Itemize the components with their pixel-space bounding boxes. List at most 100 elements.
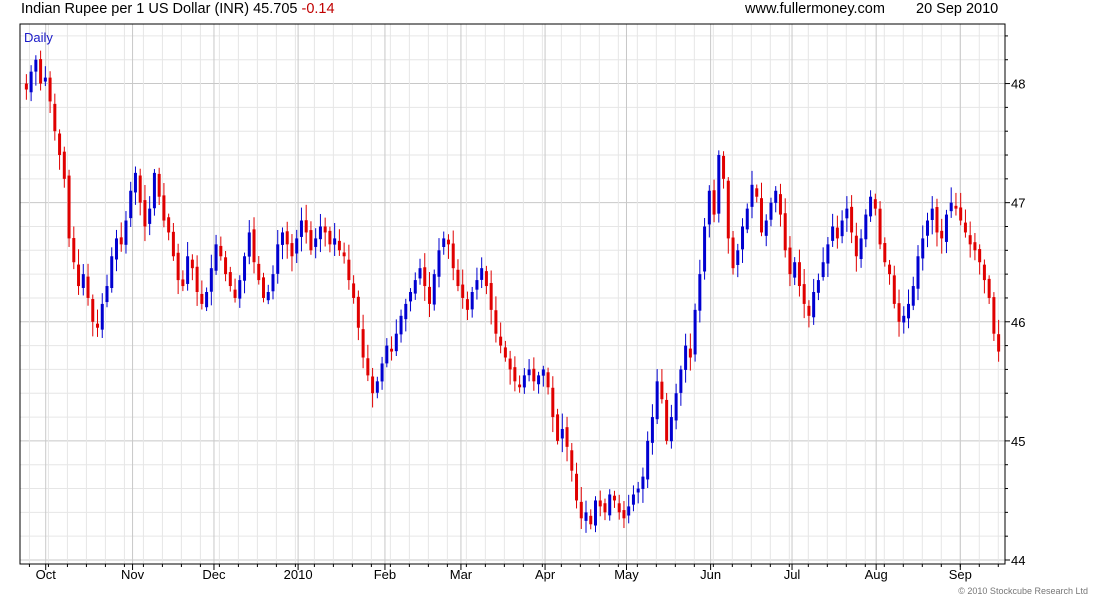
candle-body <box>575 473 579 501</box>
candle-body <box>527 369 531 376</box>
candle-body <box>660 381 664 400</box>
candle-body <box>394 333 398 352</box>
candle-body <box>366 358 370 376</box>
candle-body <box>361 329 365 358</box>
candle-body <box>209 268 213 292</box>
candle-body <box>124 220 128 245</box>
candle-body <box>560 428 564 439</box>
candle-body <box>91 299 95 322</box>
candle-body <box>513 367 517 382</box>
candle-body <box>745 208 749 230</box>
candle-body <box>342 252 346 257</box>
candle-body <box>532 368 536 382</box>
candle-body <box>309 230 313 251</box>
candle-body <box>318 226 322 240</box>
candle-body <box>356 296 360 328</box>
candle-body <box>873 199 877 209</box>
candle-body <box>442 238 446 247</box>
candle-body <box>461 284 465 298</box>
x-month-label: 2010 <box>284 567 313 582</box>
candle-body <box>257 263 261 281</box>
candle-body <box>456 269 460 287</box>
candle-body <box>522 375 526 388</box>
candle-body <box>518 384 522 388</box>
candle-body <box>409 292 413 302</box>
candle-body <box>802 284 806 304</box>
candle-body <box>997 334 1001 352</box>
y-tick-label: 47 <box>1011 196 1025 211</box>
candle-body <box>129 190 133 219</box>
x-month-label: Oct <box>36 567 57 582</box>
candle-body <box>570 450 574 471</box>
candle-body <box>162 195 166 221</box>
candle-body <box>432 274 436 305</box>
candle-body <box>157 173 161 197</box>
candle-body <box>826 244 830 264</box>
candle-body <box>840 220 844 237</box>
x-month-label: May <box>614 567 639 582</box>
candle-body <box>546 372 550 388</box>
x-month-label: Jul <box>784 567 801 582</box>
candle-body <box>446 239 450 245</box>
candle-body <box>589 515 593 525</box>
candle-body <box>935 207 939 233</box>
candle-body <box>579 501 583 519</box>
candle-body <box>911 286 915 306</box>
x-month-label: Dec <box>202 567 226 582</box>
x-month-label: Nov <box>121 567 145 582</box>
candle-body <box>333 238 337 245</box>
candle-body <box>276 244 280 274</box>
candle-body <box>262 277 266 298</box>
candle-body <box>541 369 545 376</box>
candle-body <box>774 190 778 203</box>
candle-body <box>190 259 194 269</box>
candle-body <box>646 440 650 480</box>
y-tick-label: 44 <box>1011 553 1025 568</box>
candle-body <box>299 220 303 237</box>
candle-body <box>593 500 597 526</box>
candle-body <box>940 230 944 239</box>
candle-body <box>892 275 896 304</box>
candle-body <box>987 278 991 298</box>
candle-body <box>627 506 631 516</box>
candle-body <box>186 256 190 284</box>
candle-body <box>138 175 142 203</box>
candle-body <box>266 292 270 301</box>
candle-body <box>228 272 232 287</box>
candle-body <box>43 77 47 82</box>
candle-body <box>285 231 289 245</box>
candle-body <box>916 256 920 289</box>
candle-body <box>451 243 455 269</box>
candle-body <box>62 151 66 179</box>
candle-body <box>978 249 982 263</box>
x-month-label: Jun <box>700 567 721 582</box>
candle-body <box>77 264 81 287</box>
candle-body <box>480 268 484 280</box>
candle-body <box>741 226 745 250</box>
candle-body <box>224 257 228 275</box>
candle-body <box>769 202 773 220</box>
candle-body <box>674 393 678 421</box>
candle-body <box>679 369 683 393</box>
candle-body <box>921 238 925 259</box>
candle-body <box>413 280 417 294</box>
x-month-label: Mar <box>450 567 473 582</box>
candle-body <box>726 180 730 239</box>
candle-body <box>152 172 156 209</box>
candle-body <box>556 414 560 441</box>
candle-body <box>39 59 43 84</box>
candle-body <box>233 289 237 298</box>
candle-body <box>992 297 996 334</box>
candle-body <box>764 220 768 236</box>
candle-body <box>907 303 911 319</box>
x-month-label: Apr <box>535 567 556 582</box>
candle-body <box>755 188 759 197</box>
candle-body <box>707 190 711 225</box>
candle-body <box>869 196 873 217</box>
candle-body <box>759 198 763 233</box>
candle-body <box>96 323 100 328</box>
candle-body <box>100 303 104 330</box>
candle-body <box>143 200 147 227</box>
candle-body <box>200 293 204 304</box>
candle-body <box>503 347 507 358</box>
